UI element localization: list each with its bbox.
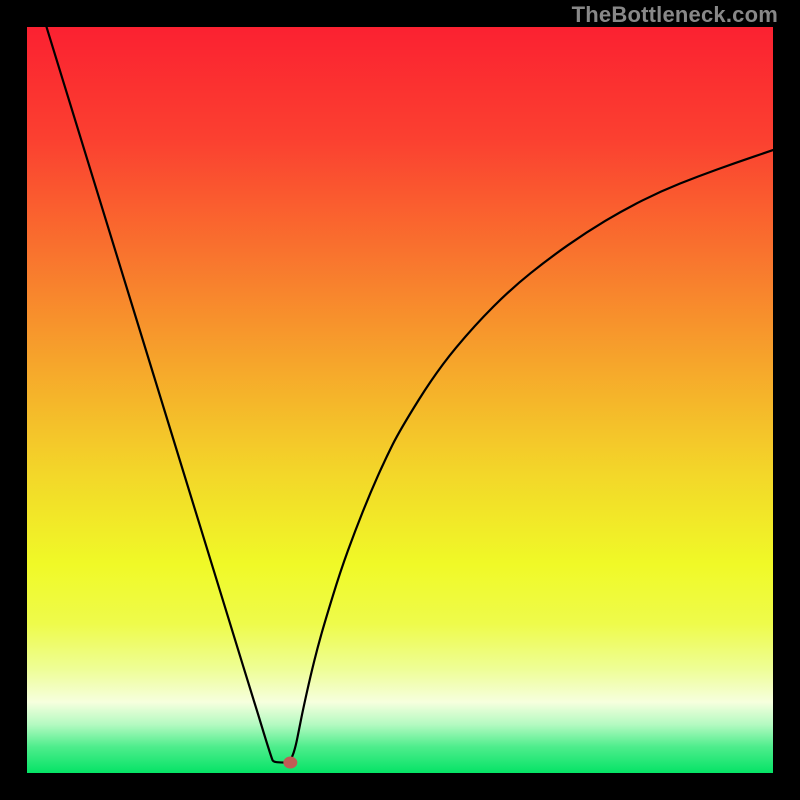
minimum-marker xyxy=(283,757,297,769)
chart-background xyxy=(27,27,773,773)
chart-frame: TheBottleneck.com xyxy=(0,0,800,800)
plot-area xyxy=(27,27,773,773)
chart-svg xyxy=(27,27,773,773)
watermark-text: TheBottleneck.com xyxy=(572,2,778,28)
